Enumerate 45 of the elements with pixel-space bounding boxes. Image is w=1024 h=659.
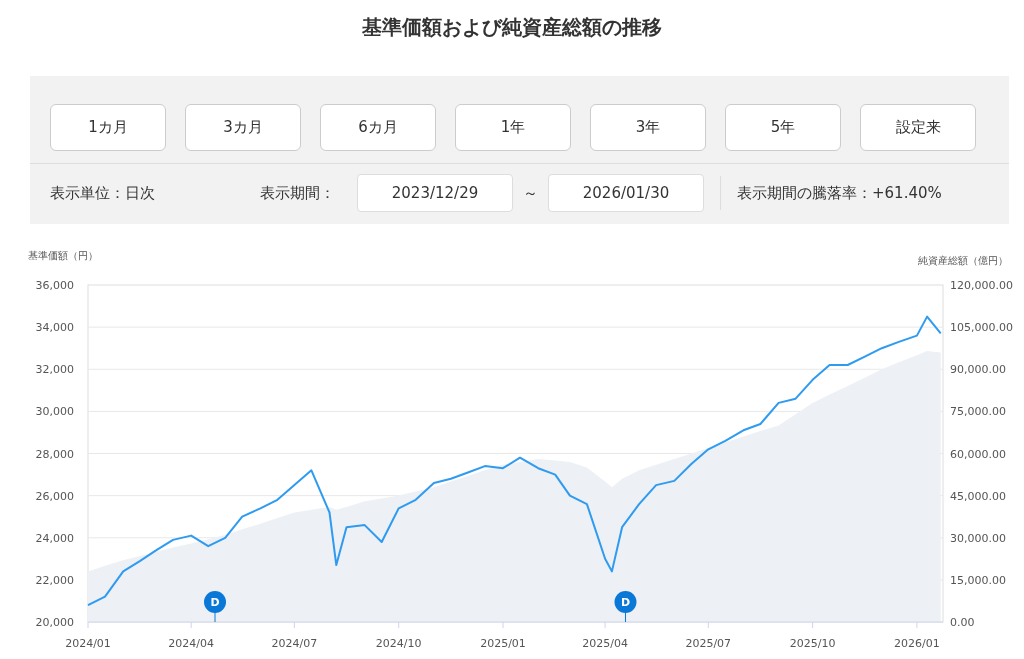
y-axis-label: 32,000 (35, 363, 74, 377)
period-button[interactable]: 3カ月 (185, 104, 301, 151)
period-button[interactable]: 6カ月 (320, 104, 436, 151)
start-date-field[interactable]: 2023/12/29 (357, 174, 513, 212)
period-button[interactable]: 1カ月 (50, 104, 166, 151)
change-rate-text: 表示期間の騰落率：+61.40% (737, 182, 942, 204)
y-axis-label: 30,000.00 (950, 531, 1006, 545)
y-axis-label: 20,000 (35, 616, 74, 629)
y-axis-label: 26,000 (35, 489, 74, 503)
x-axis-label: 2025/10 (789, 637, 836, 650)
end-date-field[interactable]: 2026/01/30 (548, 174, 704, 212)
y-axis-label: 120,000.00 (950, 279, 1013, 292)
x-axis-label: 2026/01 (894, 637, 940, 650)
y-axis-label: 28,000 (35, 447, 74, 461)
y-axis-label: 90,000.00 (950, 363, 1006, 377)
period-button[interactable]: 設定来 (860, 104, 976, 151)
y-axis-label: 15,000.00 (950, 573, 1006, 587)
y-axis-title: 純資産総額（億円） (918, 255, 1008, 266)
period-button[interactable]: 1年 (455, 104, 571, 151)
y-axis-label: 34,000 (35, 321, 74, 335)
x-axis-label: 2025/07 (685, 637, 732, 650)
x-axis-label: 2025/04 (582, 637, 628, 650)
y-axis-label: 45,000.00 (950, 489, 1006, 503)
y-axis-title: 基準価額（円） (28, 250, 98, 261)
annotation: D (210, 596, 220, 609)
y-axis-label: 22,000 (35, 573, 74, 587)
x-axis-label: 2024/04 (168, 637, 215, 650)
x-axis-label: 2024/01 (65, 637, 111, 650)
display-period-label: 表示期間： (260, 182, 335, 204)
x-axis-label: 2024/07 (271, 637, 318, 650)
chart-title: 基準価額および純資産総額の推移 (361, 14, 663, 41)
display-unit-label: 表示単位：日次 (50, 182, 155, 204)
y-axis-label: 75,000.00 (950, 405, 1006, 419)
y-axis-label: 60,000.00 (950, 447, 1006, 461)
period-button[interactable]: 3年 (590, 104, 706, 151)
range-separator: ～ (523, 182, 538, 204)
y-axis-label: 24,000 (35, 531, 74, 545)
y-axis-label: 0.00 (950, 616, 975, 629)
y-axis-label: 105,000.00 (950, 321, 1013, 335)
x-axis-label: 2025/01 (480, 637, 526, 650)
x-axis-label: 2024/10 (375, 637, 422, 650)
period-button[interactable]: 5年 (725, 104, 841, 151)
y-axis-label: 30,000 (35, 405, 74, 419)
annotation: D (620, 596, 631, 609)
y-axis-label: 36,000 (35, 279, 74, 292)
